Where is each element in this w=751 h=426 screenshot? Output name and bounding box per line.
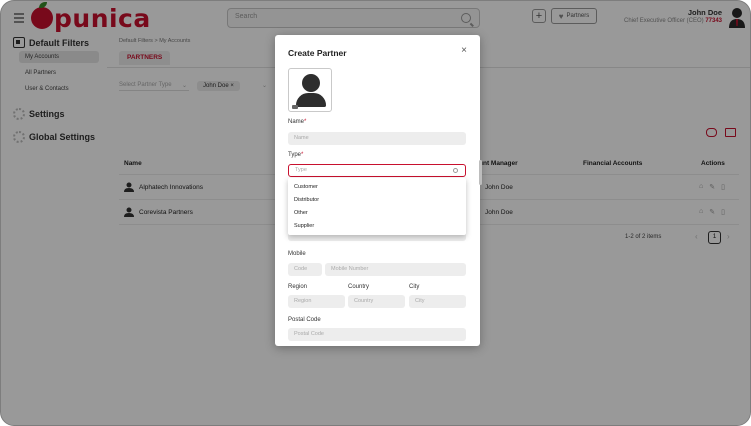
create-partner-dialog: Create Partner × Name* Name Type* Type E… [275, 35, 482, 346]
avatar-placeholder-head [302, 74, 320, 92]
type-option-supplier[interactable]: Supplier [294, 223, 314, 229]
type-select-placeholder: Type [295, 167, 307, 173]
type-dropdown-menu: Customer Distributor Other Supplier [288, 178, 466, 235]
required-mark: * [301, 152, 304, 158]
close-icon[interactable]: × [461, 45, 467, 56]
dialog-title: Create Partner [288, 48, 347, 58]
search-icon [453, 168, 458, 173]
city-label: City [409, 284, 420, 290]
mobile-number-field[interactable]: Mobile Number [325, 263, 466, 276]
name-label-text: Name [288, 119, 305, 125]
type-option-other[interactable]: Other [294, 210, 308, 216]
name-label: Name* [288, 119, 306, 125]
region-label: Region [288, 284, 308, 290]
mobile-code-field[interactable]: Code [288, 263, 322, 276]
type-label: Type* [288, 152, 303, 158]
city-field[interactable]: City [409, 295, 466, 308]
type-option-distributor[interactable]: Distributor [294, 197, 319, 203]
dialog-scrollbar[interactable] [479, 160, 482, 185]
type-option-customer[interactable]: Customer [294, 184, 318, 190]
required-mark: * [304, 119, 307, 125]
avatar-placeholder-body [296, 93, 326, 107]
country-field[interactable]: Country [348, 295, 405, 308]
name-field[interactable]: Name [288, 132, 466, 145]
type-label-text: Type [288, 152, 302, 158]
camera-icon[interactable] [292, 105, 298, 109]
region-field[interactable]: Region [288, 295, 345, 308]
postal-code-field[interactable]: Postal Code [288, 328, 466, 341]
mobile-label: Mobile [288, 251, 306, 257]
type-select[interactable]: Type [288, 164, 466, 177]
partner-photo-upload[interactable] [288, 68, 332, 112]
country-label: Country [348, 284, 370, 290]
postal-code-label: Postal Code [288, 317, 321, 323]
